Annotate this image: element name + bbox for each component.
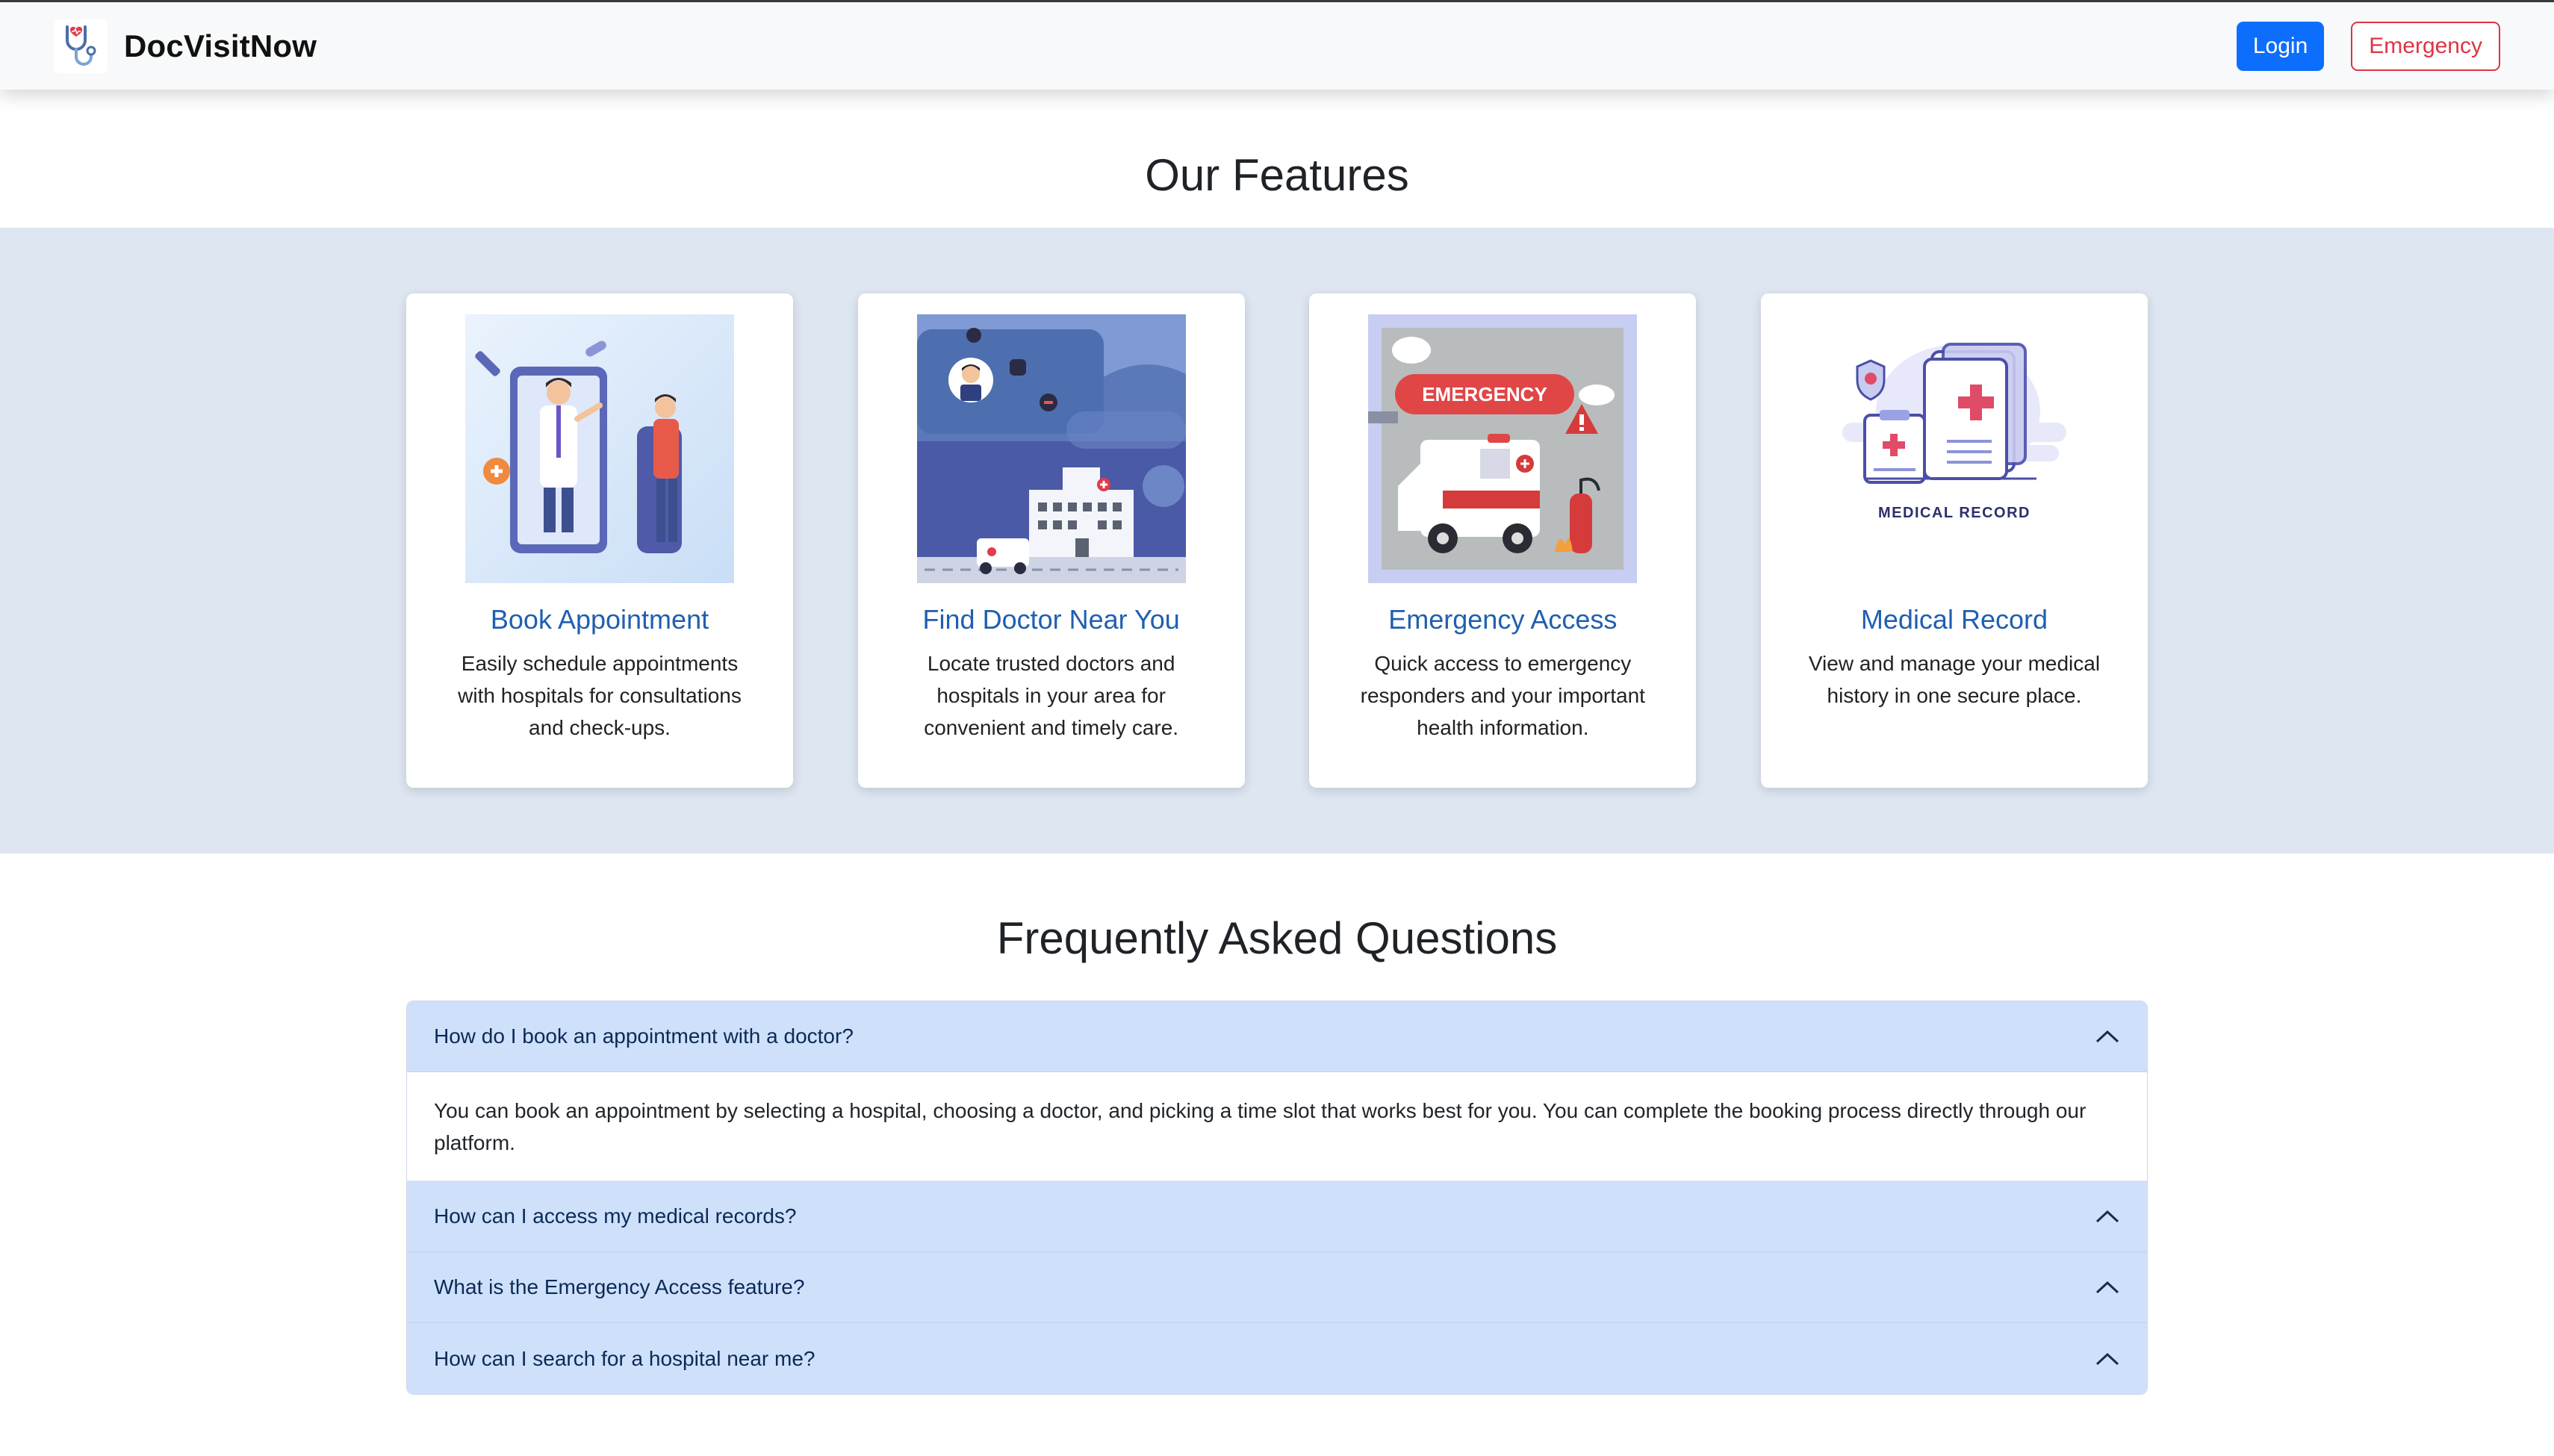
faq-question-1[interactable]: How do I book an appointment with a doct… xyxy=(407,1001,2147,1072)
medical-record-caption: MEDICAL RECORD xyxy=(1878,505,2031,521)
hospital-map-illustration-icon xyxy=(916,314,1186,583)
features-title: Our Features xyxy=(1145,150,1409,200)
feature-card-find-doctor[interactable]: Find Doctor Near You Locate trusted doct… xyxy=(857,293,1245,788)
card-title: Book Appointment xyxy=(490,604,709,635)
login-button[interactable]: Login xyxy=(2236,21,2325,71)
nav-actions: Login Emergency xyxy=(2236,21,2500,71)
medical-record-illustration-icon: MEDICAL RECORD xyxy=(1819,314,2089,583)
card-description: View and manage your medical history in … xyxy=(1808,652,2101,707)
faq-question-text: How can I search for a hospital near me? xyxy=(434,1346,815,1370)
stethoscope-heart-logo-icon xyxy=(54,19,108,73)
faq-question-text: What is the Emergency Access feature? xyxy=(434,1275,805,1298)
brand[interactable]: DocVisitNow xyxy=(54,19,317,73)
faq-question-3[interactable]: What is the Emergency Access feature? xyxy=(407,1252,2147,1323)
chevron-up-icon[interactable] xyxy=(2095,1029,2120,1044)
brand-name: DocVisitNow xyxy=(124,28,317,63)
chevron-up-icon[interactable] xyxy=(2095,1280,2120,1295)
navbar: DocVisitNow Login Emergency xyxy=(0,0,2554,90)
emergency-button[interactable]: Emergency xyxy=(2351,21,2500,71)
feature-card-emergency-access[interactable]: EMERGENCY Emergency Access Quick access … xyxy=(1309,293,1697,788)
card-description: Easily schedule appointments with hospit… xyxy=(458,652,742,739)
faq-question-text: How can I access my medical records? xyxy=(434,1204,797,1228)
card-title: Medical Record xyxy=(1860,604,2048,635)
card-description: Locate trusted doctors and hospitals in … xyxy=(924,652,1179,739)
chevron-up-icon[interactable] xyxy=(2095,1209,2120,1224)
faq-question-text: How do I book an appointment with a doct… xyxy=(434,1024,854,1048)
card-description: Quick access to emergency responders and… xyxy=(1360,652,1645,739)
feature-card-medical-record[interactable]: MEDICAL RECORD Medical Record View and m… xyxy=(1760,293,2148,788)
faq-accordion: How do I book an appointment with a doct… xyxy=(406,1001,2148,1395)
faq-answer-1: You can book an appointment by selecting… xyxy=(407,1072,2147,1181)
chevron-up-icon[interactable] xyxy=(2095,1351,2120,1366)
doctor-appointment-illustration-icon xyxy=(465,314,734,583)
faq-question-4[interactable]: How can I search for a hospital near me? xyxy=(407,1323,2147,1394)
card-title: Find Doctor Near You xyxy=(922,604,1180,635)
emergency-banner-text: EMERGENCY xyxy=(1423,383,1548,405)
feature-card-book-appointment[interactable]: Book Appointment Easily schedule appoint… xyxy=(406,293,793,788)
faq-question-2[interactable]: How can I access my medical records? xyxy=(407,1181,2147,1252)
card-title: Emergency Access xyxy=(1388,604,1618,635)
ambulance-emergency-illustration-icon: EMERGENCY xyxy=(1368,314,1638,583)
feature-cards: Book Appointment Easily schedule appoint… xyxy=(406,293,2148,788)
faq-title: Frequently Asked Questions xyxy=(996,913,1558,963)
